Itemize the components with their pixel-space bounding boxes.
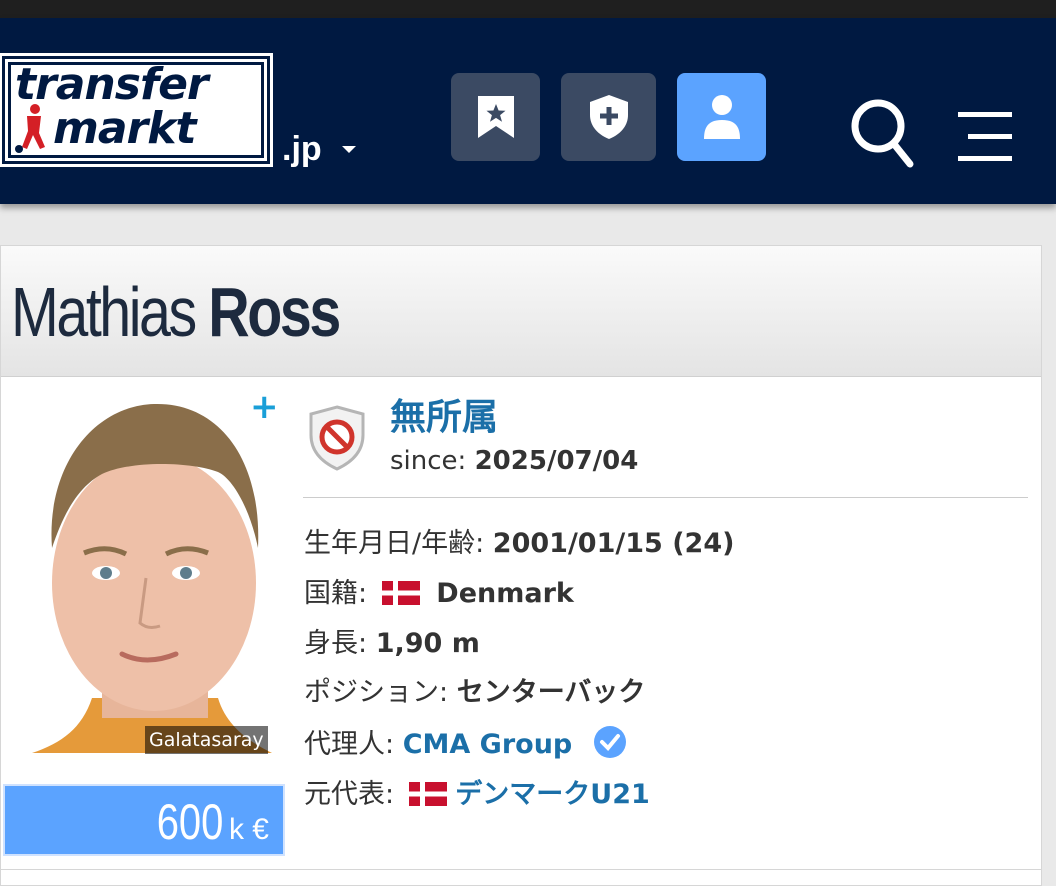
- since-date: since: 2025/07/04: [390, 446, 638, 476]
- agent-link[interactable]: CMA Group: [403, 729, 573, 760]
- denmark-flag-icon: [381, 581, 420, 605]
- verified-check-icon: [593, 726, 626, 758]
- national-team-label: 元代表:: [304, 779, 395, 810]
- player-photo[interactable]: [22, 398, 284, 753]
- national-team-link[interactable]: デンマークU21: [455, 779, 650, 810]
- height-value: 1,90 m: [375, 628, 480, 659]
- player-name-header: Mathias Ross: [1, 246, 1041, 377]
- market-value-box[interactable]: 600 k €: [3, 784, 285, 856]
- player-name: Mathias Ross: [11, 272, 341, 352]
- nationality-row: 国籍: Denmark: [304, 574, 574, 614]
- since-value: 2025/07/04: [474, 446, 639, 476]
- divider: [303, 497, 1028, 498]
- denmark-flag-icon: [408, 782, 447, 806]
- card-bottom-border: [0, 869, 1042, 870]
- position-label: ポジション:: [304, 677, 449, 708]
- national-team-row: 元代表: デンマークU21: [304, 775, 650, 815]
- position-row: ポジション: センターバック: [304, 673, 645, 713]
- chevron-down-icon[interactable]: [342, 146, 356, 153]
- site-header: transfer markt .jp: [0, 18, 1056, 204]
- dob-label: 生年月日/年齢:: [304, 528, 485, 559]
- player-first-name: Mathias: [11, 273, 197, 351]
- current-club-link[interactable]: 無所属: [390, 388, 498, 440]
- domain-selector[interactable]: .jp: [282, 130, 322, 169]
- height-row: 身長: 1,90 m: [304, 624, 480, 664]
- since-label: since:: [390, 446, 467, 476]
- agent-label: 代理人:: [304, 729, 395, 760]
- position-value: センターバック: [456, 677, 646, 708]
- no-club-crest-icon: [309, 405, 365, 471]
- watchlist-button[interactable]: [451, 73, 540, 161]
- hamburger-menu-icon[interactable]: [958, 112, 1012, 162]
- dob-row: 生年月日/年齢: 2001/01/15 (24): [304, 524, 734, 564]
- nationality-label: 国籍:: [304, 578, 368, 609]
- logo-player-icon: [15, 104, 45, 153]
- logo-text-markt: markt: [53, 103, 197, 154]
- dob-value: 2001/01/15 (24): [492, 528, 735, 559]
- height-label: 身長:: [304, 628, 368, 659]
- player-last-name: Ross: [208, 273, 341, 351]
- bookmark-star-icon: [477, 96, 514, 138]
- search-icon[interactable]: [850, 98, 916, 172]
- market-value-unit: k €: [228, 813, 269, 846]
- market-value-number: 600: [157, 794, 224, 850]
- nationality-value: Denmark: [436, 578, 574, 609]
- logo-text-transfer: transfer: [15, 59, 209, 110]
- photo-caption: Galatasaray: [145, 726, 268, 754]
- transfermarkt-logo[interactable]: transfer markt: [0, 53, 273, 167]
- add-player-plus-icon[interactable]: +: [250, 390, 279, 424]
- add-club-button[interactable]: [561, 73, 656, 161]
- shield-plus-icon: [589, 95, 628, 139]
- browser-top-strip: [0, 0, 1056, 18]
- user-icon: [703, 95, 740, 139]
- agent-row: 代理人: CMA Group: [304, 725, 627, 765]
- user-account-button[interactable]: [677, 73, 766, 161]
